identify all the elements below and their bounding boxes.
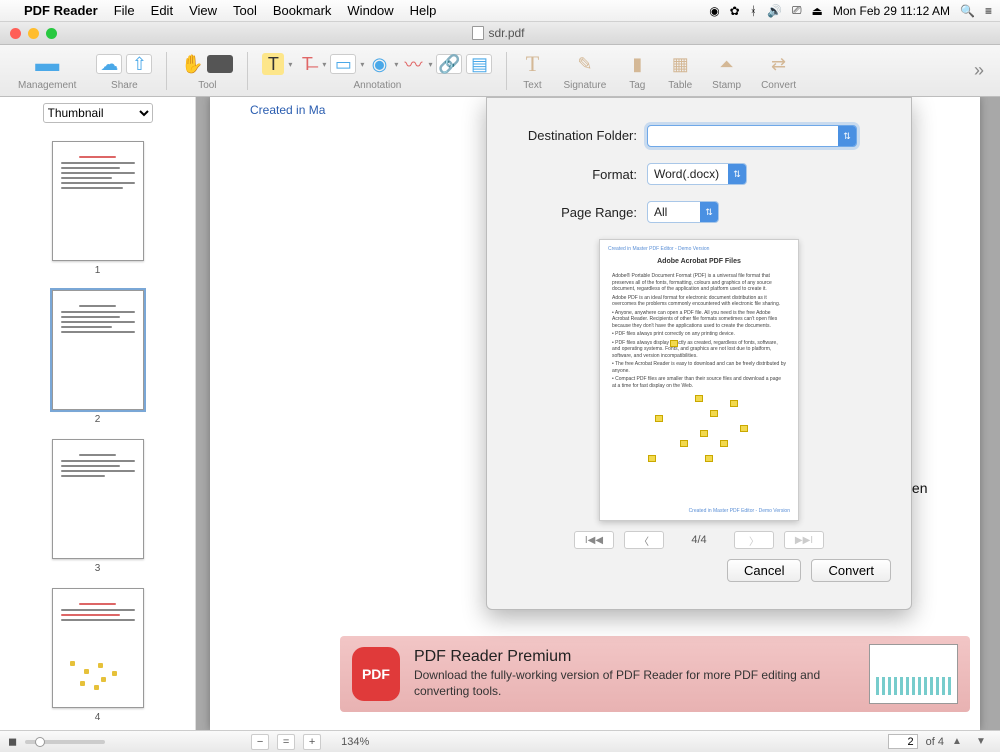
menu-view[interactable]: View [189, 3, 217, 18]
text-highlight-icon[interactable]: T [262, 53, 284, 75]
pdf-badge-icon: PDF [352, 647, 400, 701]
toolbar-tag[interactable]: ▮ Tag [616, 50, 658, 91]
app-name[interactable]: PDF Reader [24, 3, 98, 18]
thumbnail-page-4[interactable]: 4 [52, 588, 144, 723]
chevron-updown-icon: ⇅ [838, 126, 856, 146]
page-down-button[interactable]: ▼ [976, 736, 992, 747]
eject-icon[interactable]: ⏏ [812, 4, 823, 18]
main-toolbar: ▬ Management ☁⇧ Share ✋ Tool T▾ T̶▾ ▭▾ ◉… [0, 45, 1000, 97]
thumbnail-list[interactable]: 1 2 3 4 [0, 129, 195, 730]
strikethrough-icon[interactable]: T̶ [296, 53, 318, 75]
convert-button[interactable]: Convert [811, 559, 891, 582]
page-range-label: Page Range: [507, 205, 637, 220]
destination-folder-label: Destination Folder: [507, 128, 637, 143]
volume-icon[interactable]: 🔊 [767, 4, 782, 18]
toolbar-annotation[interactable]: T▾ T̶▾ ▭▾ ◉▾ 〰▾ 🔗 ▤ Annotation [252, 50, 502, 91]
menu-file[interactable]: File [114, 3, 135, 18]
close-window-button[interactable] [10, 28, 21, 39]
note-icon[interactable]: ▤ [466, 54, 492, 74]
toolbar-stamp[interactable]: ⏶ Stamp [702, 50, 751, 91]
toolbar-signature[interactable]: ✎ Signature [553, 50, 616, 91]
menu-help[interactable]: Help [410, 3, 437, 18]
ad-preview-image [869, 644, 958, 704]
toolbar-text[interactable]: T Text [511, 50, 553, 91]
thumbnail-page-2[interactable]: 2 [52, 290, 144, 425]
signature-icon: ✎ [574, 53, 596, 75]
folder-icon: ▬ [36, 53, 58, 75]
format-label: Format: [507, 167, 637, 182]
page-indicator: 4/4 [674, 534, 724, 546]
chevron-updown-icon: ⇅ [728, 164, 746, 184]
window-title: sdr.pdf [488, 26, 524, 40]
toolbar-overflow-button[interactable]: » [974, 60, 992, 81]
gear-icon[interactable]: ✿ [730, 4, 740, 18]
convert-icon: ⇄ [768, 53, 790, 75]
zoom-in-button[interactable]: + [303, 734, 321, 750]
stamp-icon: ⏶ [716, 53, 738, 75]
status-bar: ◼ − = + 134% of 4 ▲ ▼ [0, 730, 1000, 752]
menu-edit[interactable]: Edit [151, 3, 173, 18]
text-tool-icon: T [521, 53, 543, 75]
page-range-select[interactable]: All⇅ [647, 201, 719, 223]
sidebar-mode-select[interactable]: Thumbnail [43, 103, 153, 123]
clock[interactable]: Mon Feb 29 11:12 AM [833, 4, 950, 18]
collapse-icon[interactable]: ◼ [8, 735, 17, 748]
menubar-status-area: ◉ ✿ ᚼ 🔊 ⎚ ⏏ Mon Feb 29 11:12 AM 🔍 ≡ [709, 3, 992, 18]
menu-bookmark[interactable]: Bookmark [273, 3, 332, 18]
next-page-button[interactable]: 〉 [734, 531, 774, 549]
last-page-button[interactable]: ▶▶I [784, 531, 824, 549]
toolbar-table[interactable]: ▦ Table [658, 50, 702, 91]
select-tool-icon [207, 55, 233, 73]
chevron-updown-icon: ⇅ [700, 202, 718, 222]
thumbnail-page-1[interactable]: 1 [52, 141, 144, 276]
bluetooth-icon[interactable]: ᚼ [750, 4, 757, 18]
minimize-window-button[interactable] [28, 28, 39, 39]
dialog-page-preview: Created in Master PDF Editor - Demo Vers… [599, 239, 799, 521]
first-page-button[interactable]: I◀◀ [574, 531, 614, 549]
cancel-button[interactable]: Cancel [727, 559, 801, 582]
page-up-button[interactable]: ▲ [952, 736, 968, 747]
window-titlebar: sdr.pdf [0, 22, 1000, 45]
menu-tool[interactable]: Tool [233, 3, 257, 18]
freehand-icon[interactable]: 〰 [402, 53, 424, 75]
preview-pager: I◀◀ 〈 4/4 〉 ▶▶I [507, 531, 891, 549]
zoom-out-button[interactable]: − [251, 734, 269, 750]
stamp-circle-icon[interactable]: ◉ [368, 53, 390, 75]
rectangle-icon[interactable]: ▭ [330, 54, 356, 74]
destination-folder-select[interactable]: ⇅ [647, 125, 857, 147]
format-select[interactable]: Word(.docx)⇅ [647, 163, 747, 185]
spotlight-icon[interactable]: 🔍 [960, 4, 975, 18]
zoom-window-button[interactable] [46, 28, 57, 39]
upload-icon: ⇧ [126, 54, 152, 74]
link-icon[interactable]: 🔗 [436, 54, 462, 74]
current-page-input[interactable] [888, 734, 918, 749]
prev-page-button[interactable]: 〈 [624, 531, 664, 549]
table-icon: ▦ [669, 53, 691, 75]
convert-dialog: Destination Folder: ⇅ Format: Word(.docx… [486, 97, 912, 610]
toolbar-share[interactable]: ☁⇧ Share [86, 50, 162, 91]
zoom-fit-button[interactable]: = [277, 734, 295, 750]
zoom-value: 134% [341, 736, 369, 748]
content-area: Created in Ma format that preserves all … [196, 97, 1000, 730]
sidebar: Thumbnail 1 2 3 4 [0, 97, 196, 730]
cloud-icon: ☁ [96, 54, 122, 74]
thumbnail-page-3[interactable]: 3 [52, 439, 144, 574]
toolbar-management[interactable]: ▬ Management [8, 50, 86, 91]
page-total: of 4 [926, 736, 944, 748]
ad-subtitle: Download the fully-working version of PD… [414, 668, 855, 699]
zoom-slider[interactable] [25, 740, 105, 744]
toolbar-tool[interactable]: ✋ Tool [171, 50, 243, 91]
tag-icon: ▮ [626, 53, 648, 75]
premium-ad-banner[interactable]: PDF PDF Reader Premium Download the full… [340, 636, 970, 712]
menu-extra-icon[interactable]: ≡ [985, 4, 992, 18]
hand-icon: ✋ [181, 53, 203, 75]
status-icon[interactable]: ◉ [709, 4, 719, 18]
ad-title: PDF Reader Premium [414, 648, 855, 666]
display-icon[interactable]: ⎚ [792, 3, 802, 18]
toolbar-convert[interactable]: ⇄ Convert [751, 50, 806, 91]
system-menubar: PDF Reader File Edit View Tool Bookmark … [0, 0, 1000, 22]
menu-window[interactable]: Window [347, 3, 393, 18]
document-proxy-icon[interactable] [472, 26, 484, 40]
